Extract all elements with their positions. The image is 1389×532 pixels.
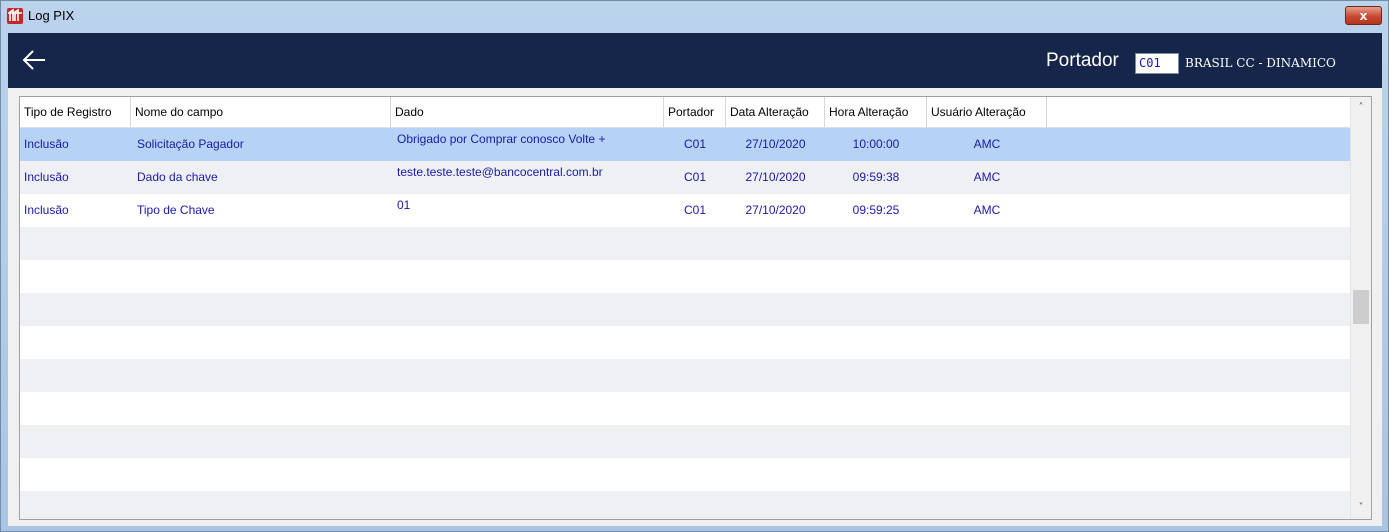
vertical-scrollbar[interactable]: ˄ ˅ [1350, 97, 1371, 519]
table-row[interactable]: Inclusão Dado da chave teste.teste.teste… [20, 161, 1350, 194]
cell-nome-campo: Solicitação Pagador [137, 137, 244, 151]
cell-portador: C01 [683, 170, 706, 184]
empty-row [20, 425, 1350, 458]
cell-usuario-alteracao: AMC [973, 203, 1001, 217]
cell-nome-campo: Tipo de Chave [137, 203, 215, 217]
log-grid: Tipo de Registro Nome do campo Dado Port… [19, 96, 1372, 520]
empty-row [20, 491, 1350, 519]
scroll-up-icon[interactable]: ˄ [1351, 99, 1371, 117]
log-pix-window: Log PIX x Portador C01 BRASIL CC - DINAM… [0, 0, 1389, 532]
cell-tipo-registro: Inclusão [24, 203, 69, 217]
cell-hora-alteracao: 10:00:00 [852, 137, 900, 151]
empty-row [20, 458, 1350, 491]
column-header-hora-alteracao[interactable]: Hora Alteração [825, 97, 927, 127]
grid-header: Tipo de Registro Nome do campo Dado Port… [20, 97, 1350, 128]
portador-name: BRASIL CC - DINAMICO [1185, 56, 1336, 70]
app-logo-icon [7, 8, 23, 24]
content-area: Tipo de Registro Nome do campo Dado Port… [8, 88, 1382, 526]
cell-data-alteracao: 27/10/2020 [745, 203, 806, 217]
column-header-portador[interactable]: Portador [664, 97, 726, 127]
cell-usuario-alteracao: AMC [973, 170, 1001, 184]
table-row[interactable]: Inclusão Solicitação Pagador Obrigado po… [20, 128, 1350, 161]
cell-hora-alteracao: 09:59:38 [852, 170, 900, 184]
cell-data-alteracao: 27/10/2020 [745, 137, 806, 151]
title-bar[interactable]: Log PIX x [1, 1, 1388, 32]
empty-row [20, 359, 1350, 392]
column-header-nome-campo[interactable]: Nome do campo [131, 97, 391, 127]
empty-row [20, 326, 1350, 359]
close-button[interactable]: x [1345, 6, 1382, 25]
portador-code-field[interactable]: C01 [1135, 53, 1179, 74]
header-bar: Portador C01 BRASIL CC - DINAMICO [8, 33, 1382, 88]
column-header-dado[interactable]: Dado [391, 97, 664, 127]
scroll-down-icon[interactable]: ˅ [1351, 499, 1371, 517]
cell-nome-campo: Dado da chave [137, 170, 218, 184]
empty-row [20, 260, 1350, 293]
table-row[interactable]: Inclusão Tipo de Chave 01 C01 27/10/2020… [20, 194, 1350, 227]
cell-tipo-registro: Inclusão [24, 137, 69, 151]
cell-dado: Obrigado por Comprar conosco Volte + [397, 132, 606, 146]
portador-label: Portador [1046, 50, 1119, 71]
cell-hora-alteracao: 09:59:25 [852, 203, 900, 217]
column-header-tipo-registro[interactable]: Tipo de Registro [20, 97, 131, 127]
scroll-thumb[interactable] [1353, 290, 1369, 324]
cell-dado: 01 [397, 198, 411, 212]
column-header-filler [1047, 97, 1350, 127]
back-arrow-icon[interactable] [20, 46, 48, 74]
cell-tipo-registro: Inclusão [24, 170, 69, 184]
cell-usuario-alteracao: AMC [973, 137, 1001, 151]
column-header-usuario-alteracao[interactable]: Usuário Alteração [927, 97, 1047, 127]
empty-row [20, 392, 1350, 425]
cell-dado: teste.teste.teste@bancocentral.com.br [397, 165, 603, 179]
cell-data-alteracao: 27/10/2020 [745, 170, 806, 184]
cell-portador: C01 [683, 137, 706, 151]
window-title: Log PIX [28, 8, 75, 23]
column-header-data-alteracao[interactable]: Data Alteração [726, 97, 825, 127]
empty-row [20, 293, 1350, 326]
empty-row [20, 227, 1350, 260]
cell-portador: C01 [683, 203, 706, 217]
grid-rows: Inclusão Solicitação Pagador Obrigado po… [20, 128, 1350, 519]
